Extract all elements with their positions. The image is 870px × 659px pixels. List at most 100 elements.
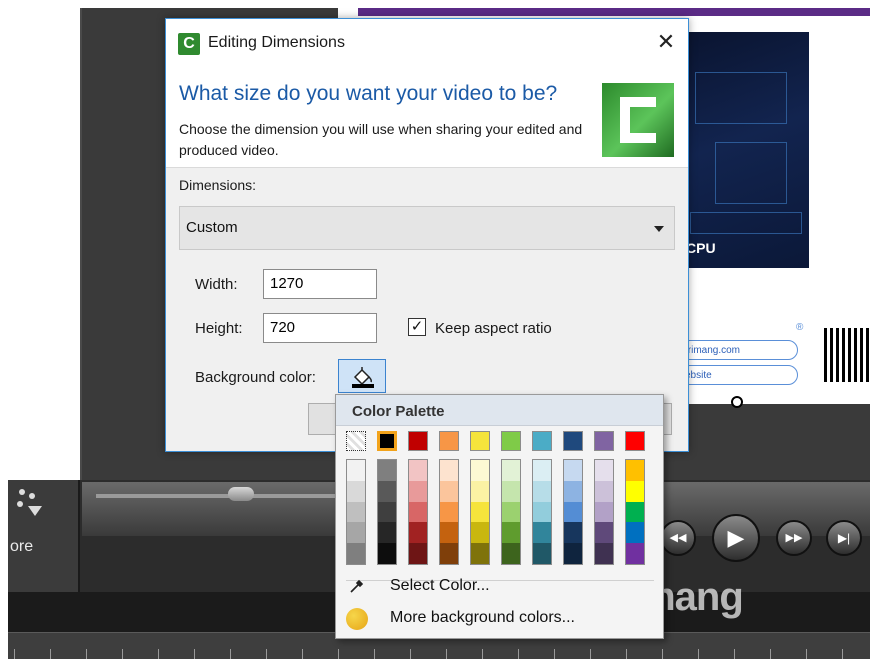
color-shade-swatch[interactable] <box>626 460 644 481</box>
color-shade-swatch[interactable] <box>409 480 427 502</box>
color-shade-swatch[interactable] <box>533 522 551 544</box>
color-shade-column <box>377 459 397 565</box>
canvas-website-pill: ebsite <box>680 365 798 385</box>
color-shade-swatch[interactable] <box>378 480 396 502</box>
editing-dimensions-dialog: C Editing Dimensions ✕ What size do you … <box>165 18 689 452</box>
color-shade-swatch[interactable] <box>440 460 458 481</box>
paint-bucket-icon <box>352 367 374 388</box>
color-swatch[interactable] <box>532 431 552 451</box>
color-shade-swatch[interactable] <box>347 543 365 564</box>
registered-mark: ® <box>796 322 804 333</box>
color-shade-swatch[interactable] <box>471 480 489 502</box>
color-shade-swatch[interactable] <box>378 522 396 544</box>
color-shade-swatch[interactable] <box>595 501 613 523</box>
go-to-end-button[interactable]: ▶| <box>826 520 862 556</box>
width-input[interactable]: 1270 <box>263 269 377 299</box>
color-shade-swatch[interactable] <box>440 543 458 564</box>
dimensions-dropdown[interactable]: Custom <box>179 206 675 250</box>
color-shade-swatch[interactable] <box>471 501 489 523</box>
color-shade-swatch[interactable] <box>502 522 520 544</box>
color-swatch[interactable] <box>625 431 645 451</box>
color-shade-swatch[interactable] <box>409 460 427 481</box>
color-shade-swatch[interactable] <box>347 480 365 502</box>
color-swatch[interactable] <box>408 431 428 451</box>
color-shade-swatch[interactable] <box>533 543 551 564</box>
width-label: Width: <box>195 276 238 293</box>
color-shade-column <box>470 459 490 565</box>
close-button[interactable]: ✕ <box>652 29 680 57</box>
color-shade-swatch[interactable] <box>378 460 396 481</box>
color-shade-swatch[interactable] <box>595 460 613 481</box>
color-shade-swatch[interactable] <box>440 501 458 523</box>
swatch-selected[interactable] <box>377 431 397 451</box>
color-swatch[interactable] <box>563 431 583 451</box>
color-shade-swatch[interactable] <box>409 522 427 544</box>
color-shade-swatch[interactable] <box>626 501 644 523</box>
color-shade-swatch[interactable] <box>533 460 551 481</box>
canvas-rotate-handle[interactable] <box>731 396 743 408</box>
color-shade-swatch[interactable] <box>440 480 458 502</box>
color-shade-column <box>501 459 521 565</box>
select-color-menu-item[interactable]: Select Color... <box>390 577 490 595</box>
color-shade-swatch[interactable] <box>564 460 582 481</box>
color-shade-swatch[interactable] <box>378 543 396 564</box>
color-shade-swatch[interactable] <box>409 501 427 523</box>
height-input[interactable]: 720 <box>263 313 377 343</box>
color-wheel-icon <box>346 608 368 630</box>
scrub-thumb[interactable] <box>228 487 254 501</box>
dialog-headline: What size do you want your video to be? <box>179 82 558 105</box>
media-bin-panel <box>8 8 82 480</box>
color-shade-swatch[interactable] <box>440 522 458 544</box>
canvas-image-cpu <box>685 32 809 268</box>
color-shade-swatch[interactable] <box>502 501 520 523</box>
more-tools-label[interactable]: ore <box>10 538 33 556</box>
color-shade-swatch[interactable] <box>564 543 582 564</box>
color-shade-swatch[interactable] <box>471 522 489 544</box>
color-shade-swatch[interactable] <box>533 480 551 502</box>
canvas-url-pill: trimang.com <box>680 340 798 360</box>
color-swatch[interactable] <box>594 431 614 451</box>
color-swatch[interactable] <box>470 431 490 451</box>
color-shade-swatch[interactable] <box>595 480 613 502</box>
color-shade-swatch[interactable] <box>347 460 365 481</box>
keep-aspect-ratio-label[interactable]: Keep aspect ratio <box>435 320 552 337</box>
color-shade-swatch[interactable] <box>502 480 520 502</box>
color-palette-popup: Color Palette Select Color... More backg… <box>335 394 664 639</box>
color-shade-swatch[interactable] <box>347 501 365 523</box>
color-shade-swatch[interactable] <box>595 543 613 564</box>
color-shade-swatch[interactable] <box>471 543 489 564</box>
color-shade-swatch[interactable] <box>626 480 644 502</box>
camtasia-icon: C <box>178 33 200 55</box>
color-swatch[interactable] <box>501 431 521 451</box>
dimensions-selected-value: Custom <box>186 219 238 236</box>
canvas-top-bar <box>358 8 870 16</box>
color-shade-swatch[interactable] <box>533 501 551 523</box>
color-shade-column <box>625 459 645 565</box>
chevron-down-icon <box>654 226 664 232</box>
background-color-button[interactable] <box>338 359 386 393</box>
color-shade-swatch[interactable] <box>564 522 582 544</box>
more-tools-icon[interactable] <box>12 484 52 524</box>
step-forward-button[interactable]: ▶▶ <box>776 520 812 556</box>
color-shade-swatch[interactable] <box>626 522 644 544</box>
more-background-colors-menu-item[interactable]: More background colors... <box>390 609 575 627</box>
color-shade-swatch[interactable] <box>595 522 613 544</box>
dialog-title: Editing Dimensions <box>208 34 345 51</box>
color-shade-swatch[interactable] <box>626 543 644 564</box>
play-button[interactable]: ▶ <box>712 514 760 562</box>
tools-panel <box>8 480 80 592</box>
color-shade-swatch[interactable] <box>502 543 520 564</box>
color-shade-swatch[interactable] <box>347 522 365 544</box>
swatch-no-color[interactable] <box>346 431 366 451</box>
keep-aspect-ratio-checkbox[interactable]: ✓ <box>408 318 426 336</box>
dimensions-label: Dimensions: <box>179 177 257 193</box>
color-swatch[interactable] <box>439 431 459 451</box>
color-shade-swatch[interactable] <box>471 460 489 481</box>
color-shade-column <box>594 459 614 565</box>
color-shade-swatch[interactable] <box>409 543 427 564</box>
color-shade-swatch[interactable] <box>564 501 582 523</box>
step-back-button[interactable]: ◀◀ <box>660 520 696 556</box>
color-shade-swatch[interactable] <box>378 501 396 523</box>
color-shade-swatch[interactable] <box>502 460 520 481</box>
color-shade-swatch[interactable] <box>564 480 582 502</box>
